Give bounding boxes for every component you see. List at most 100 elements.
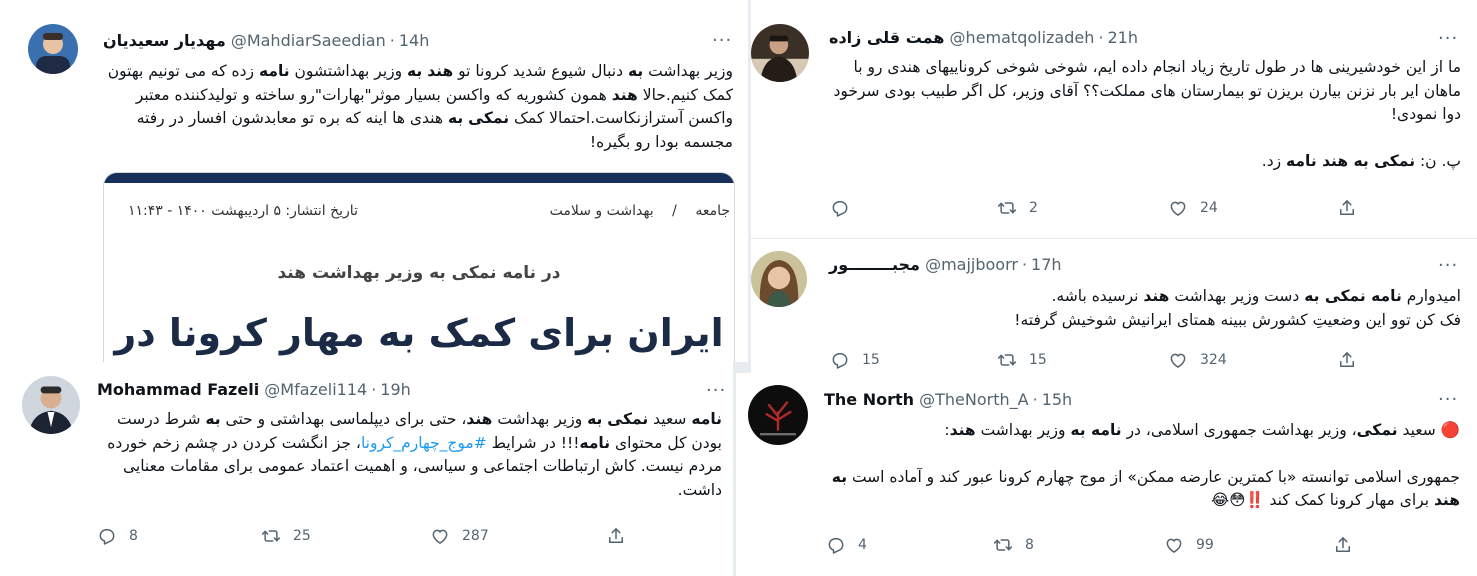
- tweet-actions: 2 24: [830, 196, 1370, 220]
- retweet-count: 8: [1025, 537, 1034, 553]
- share-button[interactable]: [606, 524, 626, 548]
- like-button[interactable]: 99: [1164, 533, 1214, 557]
- tweet-majjboorr[interactable]: مجبــــــــور @majjboorr · 17h ··· امیدوار…: [751, 239, 1477, 373]
- reply-icon: [830, 350, 850, 370]
- tweet-text: وزیر بهداشت به دنبال شیوع شدید کرونا تو …: [107, 62, 733, 151]
- like-icon: [1168, 350, 1188, 370]
- reply-icon: [97, 526, 117, 546]
- retweet-count: 25: [293, 528, 311, 544]
- share-icon: [1337, 350, 1357, 370]
- timestamp[interactable]: 17h: [1031, 255, 1062, 274]
- retweet-button[interactable]: 15: [997, 348, 1047, 372]
- more-icon[interactable]: ···: [712, 32, 732, 50]
- separator-dot: ·: [1098, 28, 1104, 47]
- reply-button[interactable]: 15: [830, 348, 880, 372]
- retweet-icon: [261, 526, 281, 546]
- tweet-text: نامه سعید نمکی به وزیر بهداشت هند، حتی ب…: [107, 410, 722, 499]
- user-handle[interactable]: @Mfazeli114: [264, 380, 367, 399]
- reply-button[interactable]: 4: [826, 533, 867, 557]
- like-button[interactable]: 24: [1168, 196, 1218, 220]
- reply-button[interactable]: 8: [97, 524, 138, 548]
- timestamp[interactable]: 21h: [1107, 28, 1138, 47]
- more-icon[interactable]: ···: [1438, 391, 1458, 409]
- card-headline: ایران برای کمک به مهار کرونا در: [114, 311, 724, 355]
- share-button[interactable]: [1337, 196, 1357, 220]
- like-icon: [1168, 198, 1188, 218]
- retweet-icon: [993, 535, 1013, 555]
- retweet-icon: [997, 350, 1017, 370]
- separator-dot: ·: [389, 31, 395, 50]
- user-handle[interactable]: @majjboorr: [925, 255, 1018, 274]
- avatar[interactable]: [22, 376, 80, 434]
- separator-dot: ·: [1021, 255, 1028, 274]
- share-icon: [606, 526, 626, 546]
- like-button[interactable]: 324: [1168, 348, 1227, 372]
- share-button[interactable]: [1337, 348, 1357, 372]
- share-icon: [1333, 535, 1353, 555]
- more-icon[interactable]: ···: [706, 382, 726, 400]
- card-header-band: [104, 173, 734, 183]
- tweet-header: The North @TheNorth_A · 15h: [824, 389, 1072, 411]
- more-icon[interactable]: ···: [1438, 30, 1458, 48]
- quoted-article-card[interactable]: جامعه / بهداشت و سلامت تاریخ انتشار: ۵ ا…: [103, 172, 735, 362]
- avatar[interactable]: [751, 251, 807, 307]
- user-name[interactable]: همت قلی زاده: [829, 28, 944, 47]
- card-breadcrumb: جامعه / بهداشت و سلامت: [550, 203, 730, 225]
- tweet-actions: 15 15 324: [830, 348, 1370, 372]
- like-icon: [430, 526, 450, 546]
- separator-dot: ·: [371, 380, 377, 399]
- separator-dot: ·: [1032, 390, 1038, 409]
- like-button[interactable]: 287: [430, 524, 489, 548]
- retweet-count: 2: [1029, 200, 1038, 216]
- user-name[interactable]: The North: [824, 390, 914, 409]
- like-count: 99: [1196, 537, 1214, 553]
- timestamp[interactable]: 19h: [380, 380, 411, 399]
- tweet-fazeli[interactable]: Mohammad Fazeli @Mfazeli114 · 19h ··· نامه…: [0, 362, 733, 576]
- more-icon[interactable]: ···: [1438, 257, 1458, 275]
- reply-icon: [826, 535, 846, 555]
- tweet-text: امیدوارم نامه نمکی به دست وزیر بهداشت هن…: [1014, 287, 1461, 329]
- share-icon: [1337, 198, 1357, 218]
- timestamp[interactable]: 15h: [1042, 390, 1073, 409]
- card-date: تاریخ انتشار: ۵ اردیبهشت ۱۴۰۰ - ۱۱:۴۳: [128, 203, 358, 219]
- retweet-button[interactable]: 8: [993, 533, 1034, 557]
- retweet-button[interactable]: 25: [261, 524, 311, 548]
- tweet-header: مهدیار سعیدیان @MahdiarSaeedian · 14h: [103, 30, 429, 52]
- share-button[interactable]: [1333, 533, 1353, 557]
- user-name[interactable]: مجبــــــــور: [829, 255, 920, 274]
- tweet-header: همت قلی زاده @hematqolizadeh · 21h: [829, 27, 1138, 49]
- avatar[interactable]: [748, 385, 808, 445]
- tweet-actions: 4 8 99: [826, 533, 1366, 557]
- user-handle[interactable]: @hematqolizadeh: [950, 28, 1095, 47]
- retweet-button[interactable]: 2: [997, 196, 1038, 220]
- reply-count: 15: [862, 352, 880, 368]
- tweet-hemat[interactable]: همت قلی زاده @hematqolizadeh · 21h ··· ما …: [751, 0, 1477, 238]
- user-name[interactable]: مهدیار سعیدیان: [103, 31, 226, 50]
- tweet-actions: 8 25 287: [97, 524, 637, 548]
- reply-count: 8: [129, 528, 138, 544]
- user-handle[interactable]: @TheNorth_A: [919, 390, 1028, 409]
- tweet-header: مجبــــــــور @majjboorr · 17h: [829, 254, 1062, 276]
- reply-icon: [830, 198, 850, 218]
- card-subtitle: در نامه نمکی به وزیر بهداشت هند: [277, 263, 561, 283]
- retweet-icon: [997, 198, 1017, 218]
- tweet-the-north[interactable]: The North @TheNorth_A · 15h ··· 🔴 سعید نمک…: [736, 373, 1477, 576]
- breadcrumb-item[interactable]: بهداشت و سلامت: [550, 203, 654, 219]
- avatar[interactable]: [28, 24, 78, 74]
- like-count: 287: [462, 528, 489, 544]
- tweet-text: ما از این خودشیرینی ها در طول تاریخ زیاد…: [833, 58, 1461, 170]
- user-name[interactable]: Mohammad Fazeli: [97, 380, 259, 399]
- retweet-count: 15: [1029, 352, 1047, 368]
- like-count: 324: [1200, 352, 1227, 368]
- breadcrumb-item[interactable]: جامعه: [695, 203, 730, 219]
- timestamp[interactable]: 14h: [399, 31, 430, 50]
- tweet-header: Mohammad Fazeli @Mfazeli114 · 19h: [97, 379, 411, 401]
- tweet-mahdiar[interactable]: مهدیار سعیدیان @MahdiarSaeedian · 14h ··· …: [0, 0, 748, 362]
- like-icon: [1164, 535, 1184, 555]
- reply-count: 4: [858, 537, 867, 553]
- breadcrumb-separator: /: [672, 203, 677, 219]
- avatar[interactable]: [751, 24, 809, 82]
- user-handle[interactable]: @MahdiarSaeedian: [231, 31, 386, 50]
- like-count: 24: [1200, 200, 1218, 216]
- reply-button[interactable]: [830, 196, 862, 220]
